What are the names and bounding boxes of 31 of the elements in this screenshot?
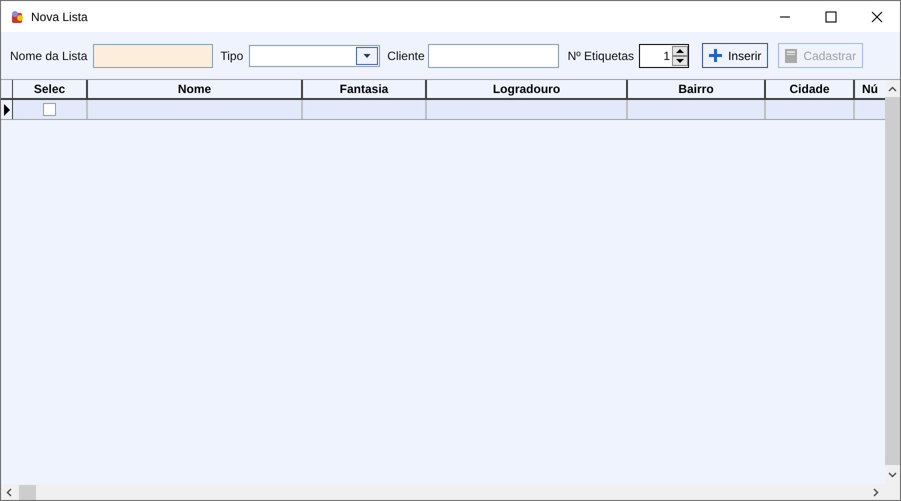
spin-field[interactable]: 1 [639, 44, 690, 68]
column-header[interactable]: Nú [855, 80, 885, 98]
checkbox[interactable] [43, 103, 56, 116]
column-header[interactable]: Selec [13, 80, 88, 98]
column-header[interactable]: Bairro [628, 80, 766, 98]
scroll-right-icon[interactable] [871, 488, 880, 496]
horizontal-scrollbar[interactable] [1, 484, 900, 500]
field-label: Tipo [220, 48, 244, 64]
column-header[interactable]: Cidade [766, 80, 855, 98]
field-label: Cliente [387, 48, 425, 64]
scroll-up-icon[interactable] [888, 85, 897, 94]
close-icon[interactable] [871, 10, 883, 22]
field-label: Nome da Lista [10, 48, 88, 64]
input-field[interactable] [93, 44, 214, 68]
field-label: Nº Etiquetas [568, 48, 634, 64]
column-header[interactable]: Fantasia [303, 80, 427, 98]
maximize-icon[interactable] [825, 10, 837, 22]
plus-icon [709, 49, 722, 62]
dropdown[interactable] [249, 44, 380, 66]
spin-arrows-icon[interactable] [672, 46, 688, 66]
scroll-thumb[interactable] [19, 484, 36, 500]
button[interactable]: Inserir [702, 43, 768, 68]
scroll-left-icon[interactable] [5, 488, 14, 496]
table-cell [855, 100, 885, 119]
app-icon [9, 8, 25, 24]
scroll-down-icon[interactable] [888, 470, 897, 479]
column-header[interactable]: Nome [88, 80, 303, 98]
document-icon [785, 48, 798, 62]
window-title: Nova Lista [31, 8, 88, 26]
column-header[interactable]: Logradouro [427, 80, 628, 98]
input-field[interactable] [428, 44, 559, 68]
